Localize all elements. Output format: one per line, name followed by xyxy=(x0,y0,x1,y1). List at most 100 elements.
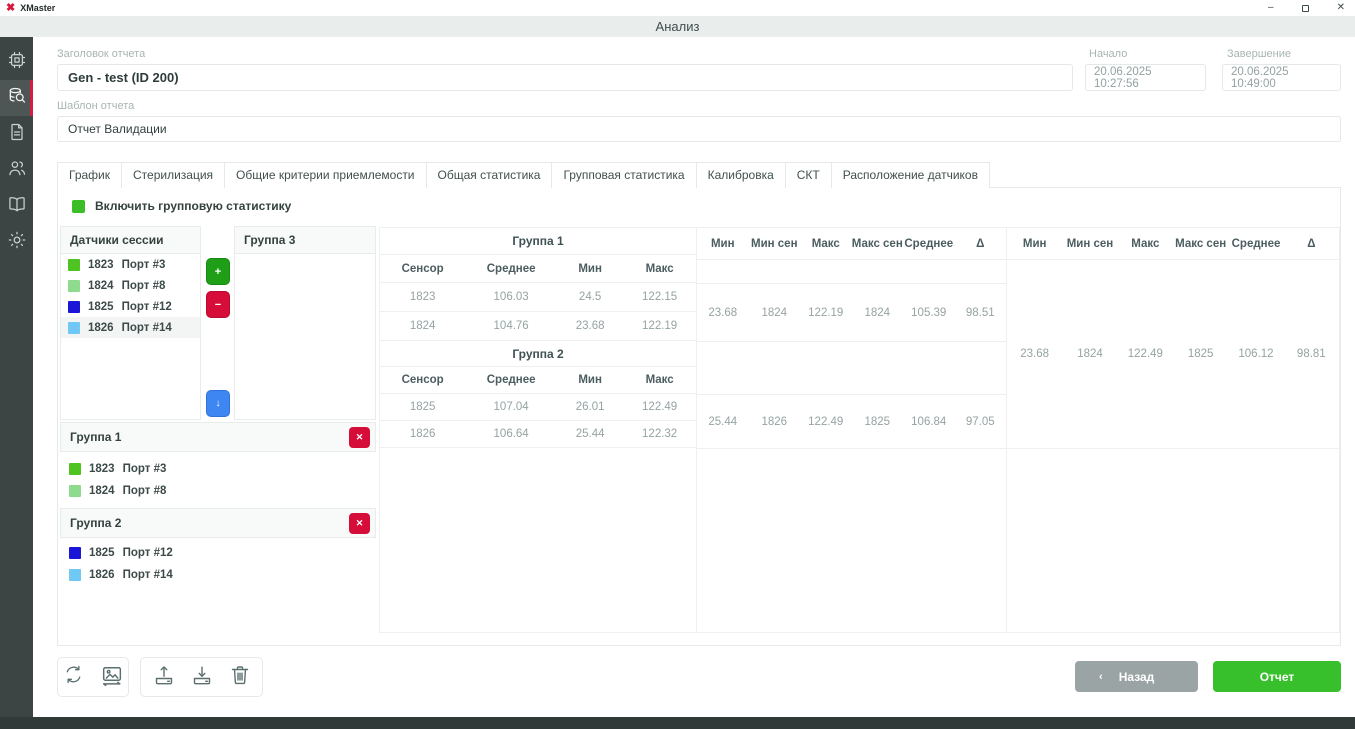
move-down-button[interactable]: ↓ xyxy=(206,390,230,417)
sensor-list-item[interactable]: 1823 Порт #3 xyxy=(61,254,200,275)
cell: 106.64 xyxy=(465,428,557,440)
group2-aggregate-row: 25.44 1826 122.49 1825 106.84 97.05 xyxy=(697,395,1006,449)
sensor-color-swatch xyxy=(68,259,80,271)
cell: 122.19 xyxy=(623,320,696,332)
tab-grafik[interactable]: График xyxy=(57,162,122,188)
sidebar-item-library[interactable] xyxy=(0,188,33,224)
window-app-name: XMaster xyxy=(20,3,55,13)
cell: 122.49 xyxy=(1118,348,1173,360)
cell: 97.05 xyxy=(955,416,1007,428)
sidebar xyxy=(0,37,33,717)
report-button[interactable]: Отчет xyxy=(1213,661,1341,692)
enable-group-stats-checkbox[interactable] xyxy=(72,200,85,213)
sidebar-item-users[interactable] xyxy=(0,152,33,188)
sensor-color-swatch xyxy=(68,301,80,313)
window-controls: – ✕ xyxy=(1268,3,1345,13)
tab-kalibrovka[interactable]: Калибровка xyxy=(696,162,786,188)
group1-member[interactable]: 1823 Порт #3 xyxy=(60,458,175,480)
group2-member[interactable]: 1826 Порт #14 xyxy=(60,564,182,586)
add-to-group-button[interactable]: + xyxy=(206,258,230,285)
start-label: Начало xyxy=(1089,48,1127,60)
sidebar-item-reports[interactable] xyxy=(0,116,33,152)
tab-sterilizaciya[interactable]: Стерилизация xyxy=(121,162,225,188)
cell: 1826 xyxy=(749,416,801,428)
report-template-value: Отчет Валидации xyxy=(68,122,167,136)
enable-group-stats-row: Включить групповую статистику xyxy=(72,199,291,213)
stats-header-row: Сенсор Среднее Мин Макс xyxy=(380,255,696,283)
cell: 1825 xyxy=(380,401,465,413)
cell: 122.15 xyxy=(623,291,696,303)
table-row: 1823 106.03 24.5 122.15 xyxy=(380,283,696,312)
delete-group1-button[interactable]: ✕ xyxy=(349,427,370,448)
stats-group-title-row: Группа 2 xyxy=(380,341,696,367)
sidebar-item-devices[interactable] xyxy=(0,44,33,80)
tab-obshchie-kriterii[interactable]: Общие критерии приемлемости xyxy=(224,162,426,188)
sensor-color-swatch xyxy=(69,485,81,497)
session-sensors-panel: Датчики сессии 1823 Порт #3 1824 Порт #8… xyxy=(60,226,201,420)
close-button[interactable]: ✕ xyxy=(1337,3,1345,13)
sensor-port: Порт #3 xyxy=(122,259,166,271)
sensor-list-item[interactable]: 1825 Порт #12 xyxy=(61,296,200,317)
sidebar-item-analysis[interactable] xyxy=(0,80,33,116)
enable-group-stats-label: Включить групповую статистику xyxy=(95,199,291,213)
overall-aggregate-row: 23.68 1824 122.49 1825 106.12 98.81 xyxy=(1007,260,1339,449)
cell: 1823 xyxy=(380,291,465,303)
start-datetime-field[interactable]: 20.06.2025 10:27:56 xyxy=(1085,64,1206,91)
trash-icon[interactable] xyxy=(228,663,252,692)
cell: 98.81 xyxy=(1284,348,1339,360)
sensor-list-item[interactable]: 1826 Порт #14 xyxy=(61,317,200,338)
tab-raspolozhenie-datchikov[interactable]: Расположение датчиков xyxy=(831,162,990,188)
delete-group2-button[interactable]: ✕ xyxy=(349,513,370,534)
refresh-icon[interactable] xyxy=(62,663,85,691)
back-button[interactable]: ‹ Назад xyxy=(1075,661,1198,692)
sensor-port: Порт #12 xyxy=(122,301,172,313)
sensor-id: 1823 xyxy=(88,259,114,271)
report-title-value: Gen - test (ID 200) xyxy=(68,70,179,85)
book-icon xyxy=(7,194,27,219)
chevron-left-icon: ‹ xyxy=(1099,671,1103,683)
resize-image-icon[interactable] xyxy=(99,662,124,692)
per-sensor-stats-section: Группа 1 Сенсор Среднее Мин Макс 1823 10… xyxy=(379,227,696,633)
import-icon[interactable] xyxy=(190,663,214,692)
group-aggregate-section: Мин Мин сен Макс Макс сен Среднее Δ 23.6… xyxy=(696,227,1006,633)
sensor-list-item[interactable]: 1824 Порт #8 xyxy=(61,275,200,296)
end-datetime-field[interactable]: 20.06.2025 10:49:00 xyxy=(1222,64,1341,91)
report-button-label: Отчет xyxy=(1260,670,1295,684)
cell: 106.84 xyxy=(903,416,955,428)
group1-member[interactable]: 1824 Порт #8 xyxy=(60,480,175,502)
report-title-input[interactable]: Gen - test (ID 200) xyxy=(57,64,1073,91)
col-header: Мин сен xyxy=(1062,238,1117,250)
group-statistics-panel: Включить групповую статистику Датчики се… xyxy=(57,188,1341,646)
report-template-input[interactable]: Отчет Валидации xyxy=(57,116,1341,142)
export-icon[interactable] xyxy=(152,663,176,692)
col-header: Макс xyxy=(623,374,696,386)
back-button-label: Назад xyxy=(1119,670,1155,684)
table-row: 1826 106.64 25.44 122.32 xyxy=(380,421,696,448)
sensor-port: Порт #14 xyxy=(123,569,173,581)
remove-from-group-button[interactable]: − xyxy=(206,291,230,318)
group1-header: Группа 1 ✕ xyxy=(60,422,376,452)
table-row: 1825 107.04 26.01 122.49 xyxy=(380,394,696,421)
sensor-color-swatch xyxy=(69,463,81,475)
sensor-color-swatch xyxy=(69,547,81,559)
group3-panel: Группа 3 xyxy=(234,226,376,420)
data-search-icon xyxy=(7,86,27,111)
tab-skt[interactable]: СКТ xyxy=(785,162,832,188)
col-header: Сенсор xyxy=(380,374,465,386)
col-header: Δ xyxy=(1284,238,1339,250)
col-header: Мин xyxy=(697,238,749,250)
group1-title: Группа 1 xyxy=(70,430,121,444)
sensor-port: Порт #8 xyxy=(122,280,166,292)
cell: 104.76 xyxy=(465,320,557,332)
cell: 1824 xyxy=(1062,348,1117,360)
sensor-id: 1825 xyxy=(88,301,114,313)
col-header: Макс xyxy=(800,238,852,250)
col-header: Макс сен xyxy=(1173,238,1228,250)
minimize-button[interactable]: – xyxy=(1268,3,1274,13)
tab-obshchaya-statistika[interactable]: Общая статистика xyxy=(426,162,553,188)
end-datetime-value: 20.06.2025 10:49:00 xyxy=(1231,66,1332,90)
group2-member[interactable]: 1825 Порт #12 xyxy=(60,542,182,564)
tab-gruppovaya-statistika[interactable]: Групповая статистика xyxy=(551,162,696,188)
maximize-button[interactable] xyxy=(1302,5,1309,12)
sidebar-item-settings[interactable] xyxy=(0,224,33,260)
